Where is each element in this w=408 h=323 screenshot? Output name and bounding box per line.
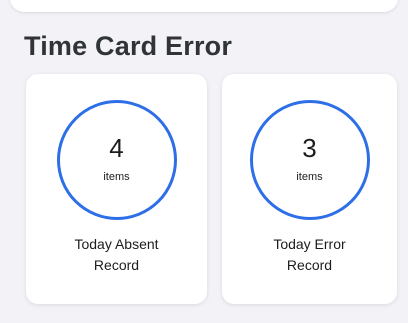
previous-card bbox=[10, 0, 398, 12]
error-record-label-line1: Today Error bbox=[273, 236, 346, 252]
error-record-label-line2: Record bbox=[286, 257, 333, 273]
absent-count-unit: items bbox=[103, 171, 130, 183]
absent-record-label: Today Absent Record bbox=[34, 234, 199, 276]
error-record-label: Today Error Record bbox=[230, 234, 389, 276]
error-record-card[interactable]: 3 items Today Error Record bbox=[222, 74, 397, 304]
error-count: 3 bbox=[302, 133, 317, 163]
error-count-unit: items bbox=[296, 171, 323, 183]
absent-record-label-line1: Today Absent bbox=[74, 236, 159, 252]
absent-count-ring: 4 items bbox=[56, 100, 177, 220]
absent-count: 4 bbox=[109, 133, 124, 163]
section-title: Time Card Error bbox=[24, 31, 233, 61]
error-count-ring: 3 items bbox=[249, 100, 370, 220]
absent-record-label-line2: Record bbox=[93, 257, 140, 273]
absent-record-card[interactable]: 4 items Today Absent Record bbox=[26, 74, 207, 304]
